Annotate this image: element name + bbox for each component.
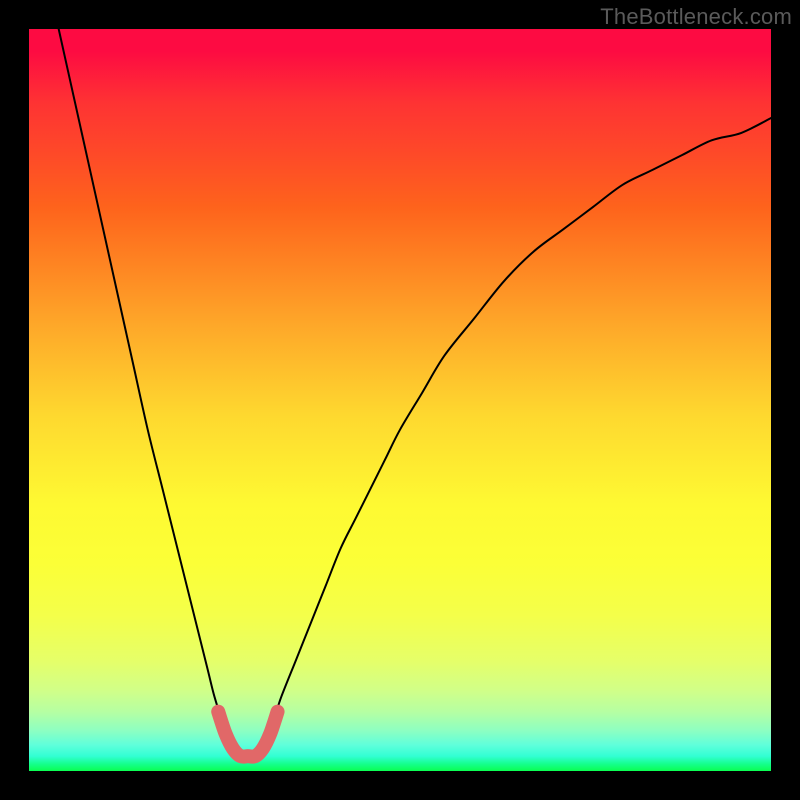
chart-svg: [29, 29, 771, 771]
bottleneck-curve-line: [59, 29, 771, 757]
optimal-zone-highlight-line: [218, 712, 277, 757]
chart-frame: [29, 29, 771, 771]
watermark-text: TheBottleneck.com: [600, 4, 792, 30]
